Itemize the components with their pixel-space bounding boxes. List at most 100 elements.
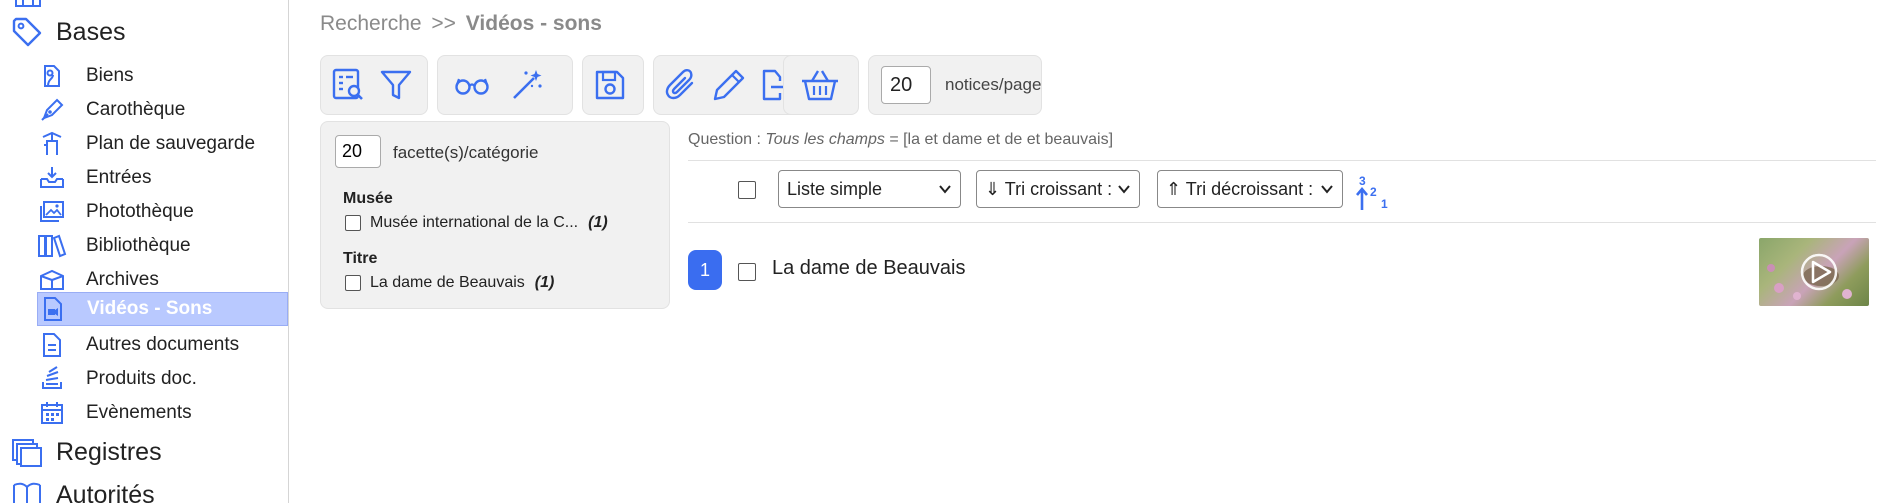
chevron-down-icon bbox=[1320, 182, 1334, 196]
sidebar-item-label: Biens bbox=[86, 64, 134, 86]
glasses-icon[interactable] bbox=[446, 64, 498, 106]
sidebar-item-biens[interactable]: Biens bbox=[37, 59, 288, 92]
breadcrumb-separator: >> bbox=[431, 12, 456, 35]
paperclip-icon[interactable] bbox=[662, 64, 700, 106]
calendar-icon bbox=[37, 398, 67, 428]
sidebar-item-label: Plan de sauvegarde bbox=[86, 132, 256, 154]
facets-per-category-input[interactable] bbox=[335, 135, 381, 168]
breadcrumb-current: Vidéos - sons bbox=[465, 12, 602, 35]
document-icon bbox=[37, 330, 67, 360]
divider bbox=[688, 222, 1876, 223]
sidebar-group-label: Bases bbox=[56, 17, 126, 46]
question-query: = [la et dame et de et beauvais] bbox=[889, 131, 1114, 148]
chevron-down-icon bbox=[938, 182, 952, 196]
search-list-icon[interactable] bbox=[329, 64, 367, 106]
facet-value-musee[interactable]: Musée international de la C... (1) bbox=[345, 214, 608, 232]
magic-wand-icon[interactable] bbox=[508, 64, 546, 106]
sidebar-item-plan-de-sauvegarde[interactable]: Plan de sauvegarde bbox=[37, 127, 288, 160]
facet-value-label: La dame de Beauvais bbox=[370, 274, 525, 291]
toolbar-group-view bbox=[437, 55, 573, 115]
facets-per-category-label: facette(s)/catégorie bbox=[393, 143, 539, 162]
sort-ascending-value: ⇓ Tri croissant : bbox=[985, 178, 1113, 199]
sidebar-item-phototheque[interactable]: Photothèque bbox=[37, 195, 288, 228]
video-thumbnail[interactable] bbox=[1759, 238, 1869, 306]
toolbar-group-search bbox=[320, 55, 428, 115]
sidebar-item-label: Entrées bbox=[86, 166, 152, 188]
search-question: Question : Tous les champs = [la et dame… bbox=[688, 131, 1113, 149]
sidebar-group-bases[interactable]: Bases bbox=[10, 15, 125, 49]
display-mode-select[interactable]: Liste simple bbox=[778, 170, 961, 208]
list-item: 1 La dame de Beauvais bbox=[688, 238, 1876, 306]
sort-ascending-select[interactable]: ⇓ Tri croissant : bbox=[976, 170, 1140, 208]
select-all-checkbox[interactable] bbox=[738, 181, 756, 199]
toolbar-group-pagination: notices/page bbox=[868, 55, 1042, 115]
open-book-icon bbox=[10, 478, 44, 503]
sort-descending-value: ⇑ Tri décroissant : bbox=[1166, 178, 1314, 199]
sidebar-item-autres-documents[interactable]: Autres documents bbox=[37, 328, 288, 361]
facet-value-count: (1) bbox=[588, 214, 608, 231]
photos-icon bbox=[37, 197, 67, 227]
toolbar-group-save bbox=[582, 55, 644, 115]
save-icon[interactable] bbox=[591, 64, 629, 106]
result-number: 1 bbox=[688, 250, 722, 290]
sidebar-item-label: Archives bbox=[86, 268, 159, 290]
sidebar-item-carotheque[interactable]: Carothèque bbox=[37, 93, 288, 126]
sort-numeric-icon[interactable]: 321 bbox=[1355, 174, 1397, 212]
question-field: Tous les champs bbox=[765, 131, 885, 148]
result-checkbox[interactable] bbox=[738, 263, 756, 281]
sidebar-group-label: Autorités bbox=[56, 480, 155, 503]
display-mode-value: Liste simple bbox=[787, 178, 883, 199]
facet-checkbox[interactable] bbox=[345, 275, 361, 291]
divider bbox=[688, 160, 1876, 161]
result-title[interactable]: La dame de Beauvais bbox=[772, 257, 965, 280]
sidebar-item-evenements[interactable]: Evènements bbox=[37, 396, 288, 429]
sidebar-item-label: Produits doc. bbox=[86, 367, 197, 389]
sidebar-item-videos-sons[interactable]: Vidéos - Sons bbox=[37, 292, 288, 326]
facet-category-musee: Musée bbox=[343, 190, 393, 207]
sidebar-item-label: Evènements bbox=[86, 401, 192, 423]
registers-icon bbox=[10, 435, 44, 469]
filter-icon[interactable] bbox=[377, 64, 415, 106]
breadcrumb-root[interactable]: Recherche bbox=[320, 12, 422, 35]
breadcrumb: Recherche >> Vidéos - sons bbox=[320, 12, 602, 36]
sidebar-group-registres[interactable]: Registres bbox=[10, 435, 162, 469]
sidebar-item-label: Carothèque bbox=[86, 98, 186, 120]
facet-value-titre[interactable]: La dame de Beauvais (1) bbox=[345, 274, 554, 292]
sidebar-item-bibliotheque[interactable]: Bibliothèque bbox=[37, 229, 288, 262]
sort-descending-select[interactable]: ⇑ Tri décroissant : bbox=[1157, 170, 1343, 208]
sidebar-item-label: Photothèque bbox=[86, 200, 194, 222]
building-icon bbox=[14, 0, 42, 8]
facet-category-titre: Titre bbox=[343, 250, 378, 267]
fire-hydrant-icon bbox=[37, 129, 67, 159]
svg-text:3: 3 bbox=[1359, 174, 1366, 188]
video-file-icon bbox=[38, 294, 68, 324]
inbox-download-icon bbox=[37, 163, 67, 193]
notices-per-page-label: notices/page bbox=[945, 75, 1042, 94]
svg-text:2: 2 bbox=[1370, 185, 1377, 199]
books-icon bbox=[37, 231, 67, 261]
archive-box-icon bbox=[37, 265, 67, 295]
svg-text:1: 1 bbox=[1381, 197, 1388, 211]
object-tag-icon bbox=[37, 61, 67, 91]
basket-icon[interactable] bbox=[792, 64, 848, 106]
sidebar-item-label: Bibliothèque bbox=[86, 234, 191, 256]
facet-checkbox[interactable] bbox=[345, 215, 361, 231]
facet-value-label: Musée international de la C... bbox=[370, 214, 579, 231]
notices-per-page-input[interactable] bbox=[881, 66, 931, 104]
question-prefix: Question : bbox=[688, 131, 761, 148]
sidebar-item-label: Vidéos - Sons bbox=[87, 298, 213, 319]
sidebar-item-produits-doc[interactable]: Produits doc. bbox=[37, 362, 288, 395]
sidebar: Bases Biens Carothèque Plan de sauvegard… bbox=[0, 0, 289, 503]
pencil-icon[interactable] bbox=[710, 64, 748, 106]
stack-icon bbox=[37, 364, 67, 394]
sidebar-group-autorites[interactable]: Autorités bbox=[10, 478, 155, 503]
sidebar-group-label: Registres bbox=[56, 437, 162, 466]
tag-icon bbox=[10, 15, 44, 49]
chevron-down-icon bbox=[1117, 182, 1131, 196]
toolbar-group-basket bbox=[783, 55, 859, 115]
sidebar-item-entrees[interactable]: Entrées bbox=[37, 161, 288, 194]
pen-nib-icon bbox=[37, 95, 67, 125]
facets-panel: facette(s)/catégorie Musée Musée interna… bbox=[320, 121, 670, 309]
sidebar-item-label: Autres documents bbox=[86, 333, 240, 355]
facet-value-count: (1) bbox=[534, 274, 555, 291]
